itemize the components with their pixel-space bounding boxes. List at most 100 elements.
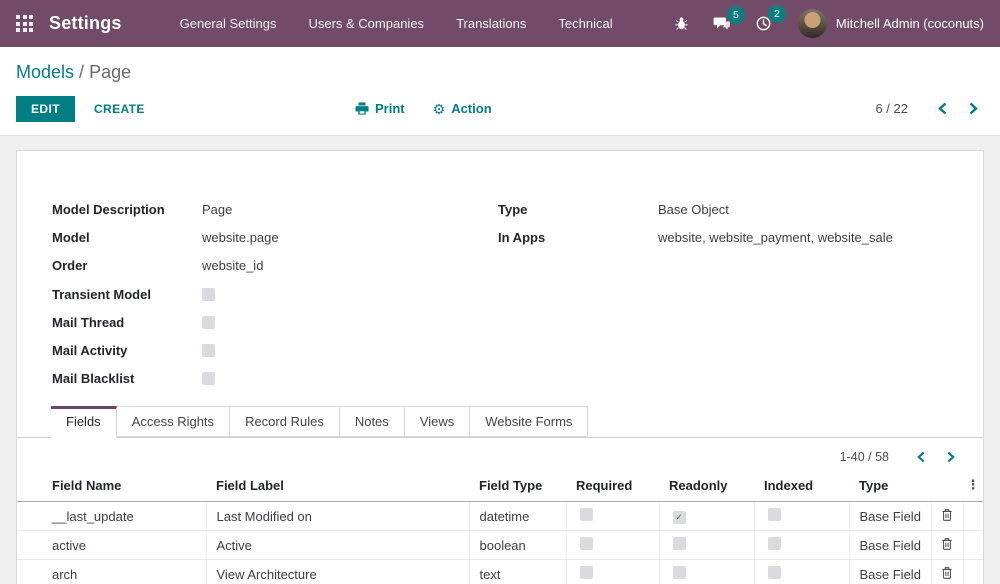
- col-readonly[interactable]: Readonly: [659, 472, 754, 502]
- field-value: website, website_payment, website_sale: [658, 230, 893, 245]
- field-value: website.page: [202, 230, 279, 245]
- notebook-tab[interactable]: Fields: [51, 406, 117, 438]
- list-pager-next-button[interactable]: [941, 447, 961, 467]
- print-menu-button[interactable]: Print: [355, 101, 405, 116]
- cell-field-name[interactable]: arch: [17, 560, 206, 584]
- messages-badge: 5: [727, 6, 745, 24]
- cell-type[interactable]: Base Field: [849, 502, 931, 531]
- field-checkbox[interactable]: [202, 344, 215, 357]
- trash-icon[interactable]: [938, 565, 956, 581]
- col-required[interactable]: Required: [566, 472, 659, 502]
- systray: 5 2 Mitchell Admin (coconuts): [666, 9, 984, 38]
- required-checkbox[interactable]: [580, 566, 593, 579]
- indexed-checkbox[interactable]: [768, 537, 781, 550]
- notebook-tab[interactable]: Record Rules: [230, 406, 340, 437]
- field-label: Mail Activity: [52, 343, 202, 358]
- field-value: website_id: [202, 258, 263, 273]
- cell-field-label[interactable]: Active: [206, 531, 469, 560]
- breadcrumb-separator: /: [79, 62, 84, 82]
- trash-icon[interactable]: [938, 536, 956, 552]
- app-title[interactable]: Settings: [49, 13, 122, 34]
- indexed-checkbox[interactable]: [768, 508, 781, 521]
- form-field-row: Order website_id: [52, 252, 498, 280]
- indexed-checkbox[interactable]: [768, 566, 781, 579]
- notebook-tab[interactable]: Notes: [340, 406, 405, 437]
- activities-badge: 2: [768, 5, 786, 23]
- create-button[interactable]: CREATE: [94, 102, 145, 116]
- pager-previous-button[interactable]: [932, 98, 953, 119]
- chevron-left-icon: [938, 102, 947, 115]
- cell-field-label[interactable]: Last Modified on: [206, 502, 469, 531]
- top-menu-item[interactable]: Technical: [542, 10, 628, 37]
- field-label: Model: [52, 230, 202, 245]
- top-menu: General Settings Users & Companies Trans…: [164, 10, 629, 37]
- field-row[interactable]: active Active boolean Base Field: [17, 531, 983, 560]
- list-pager: 1-40 / 58: [17, 438, 983, 472]
- control-panel: Models / Page EDIT CREATE Print ⚙ Action: [0, 47, 1000, 136]
- notebook-tabs: Fields Access Rights Record Rules Notes …: [17, 406, 983, 438]
- required-checkbox[interactable]: [580, 508, 593, 521]
- field-checkbox[interactable]: [202, 316, 215, 329]
- col-field-type[interactable]: Field Type: [469, 472, 566, 502]
- cell-type[interactable]: Base Field: [849, 560, 931, 584]
- cell-field-type[interactable]: boolean: [469, 531, 566, 560]
- notebook-tab[interactable]: Website Forms: [470, 406, 588, 437]
- col-type[interactable]: Type: [849, 472, 931, 502]
- form-field-row: Model website.page: [52, 223, 498, 251]
- trash-icon[interactable]: [938, 507, 956, 523]
- cell-optional: [963, 560, 983, 584]
- breadcrumb-current: Page: [89, 62, 131, 82]
- breadcrumb-parent[interactable]: Models: [16, 62, 74, 82]
- readonly-checkbox[interactable]: [673, 511, 686, 524]
- debug-bug-icon[interactable]: [666, 10, 697, 37]
- field-row[interactable]: __last_update Last Modified on datetime …: [17, 502, 983, 531]
- cell-field-type[interactable]: datetime: [469, 502, 566, 531]
- col-indexed[interactable]: Indexed: [754, 472, 849, 502]
- field-label: Order: [52, 258, 202, 273]
- cell-type[interactable]: Base Field: [849, 531, 931, 560]
- messages-icon[interactable]: 5: [705, 10, 739, 38]
- field-checkbox[interactable]: [202, 288, 215, 301]
- notebook-tab[interactable]: Views: [405, 406, 470, 437]
- field-label: Model Description: [52, 202, 202, 217]
- readonly-checkbox[interactable]: [673, 566, 686, 579]
- cell-field-name[interactable]: active: [17, 531, 206, 560]
- cell-field-type[interactable]: text: [469, 560, 566, 584]
- form-sheet: Model Description Page Model website.pag…: [16, 150, 984, 584]
- printer-icon: [355, 102, 369, 115]
- list-pager-value: 1-40 / 58: [840, 450, 889, 464]
- user-menu[interactable]: Mitchell Admin (coconuts): [798, 9, 984, 38]
- form-field-row: Mail Thread: [52, 308, 498, 336]
- field-label: Mail Thread: [52, 315, 202, 330]
- cell-optional: [963, 531, 983, 560]
- activities-icon[interactable]: 2: [747, 9, 780, 38]
- cell-field-name[interactable]: __last_update: [17, 502, 206, 531]
- field-checkbox[interactable]: [202, 372, 215, 385]
- user-avatar: [798, 9, 827, 38]
- action-menu-button[interactable]: ⚙ Action: [433, 101, 492, 116]
- cell-field-label[interactable]: View Architecture: [206, 560, 469, 584]
- chevron-right-icon: [947, 451, 955, 463]
- top-menu-item[interactable]: General Settings: [164, 10, 293, 37]
- top-menu-item[interactable]: Translations: [440, 10, 542, 37]
- field-label: In Apps: [498, 230, 658, 245]
- list-pager-previous-button[interactable]: [911, 447, 931, 467]
- model-form: Model Description Page Model website.pag…: [17, 151, 983, 393]
- readonly-checkbox[interactable]: [673, 537, 686, 550]
- form-field-row: Type Base Object: [498, 195, 948, 223]
- field-row[interactable]: arch View Architecture text Base Field: [17, 560, 983, 584]
- notebook-tab[interactable]: Access Rights: [117, 406, 230, 437]
- chevron-right-icon: [969, 102, 978, 115]
- field-label: Transient Model: [52, 287, 202, 302]
- col-field-label[interactable]: Field Label: [206, 472, 469, 502]
- col-field-name[interactable]: Field Name: [17, 472, 206, 502]
- required-checkbox[interactable]: [580, 537, 593, 550]
- pager-next-button[interactable]: [963, 98, 984, 119]
- list-header-row: Field Name Field Label Field Type Requir…: [17, 472, 983, 502]
- apps-grid-icon[interactable]: [16, 15, 33, 32]
- kebab-icon[interactable]: ⋮: [967, 477, 980, 492]
- top-menu-item[interactable]: Users & Companies: [292, 10, 440, 37]
- top-navbar: Settings General Settings Users & Compan…: [0, 0, 1000, 47]
- user-name: Mitchell Admin (coconuts): [836, 16, 984, 31]
- edit-button[interactable]: EDIT: [16, 96, 75, 122]
